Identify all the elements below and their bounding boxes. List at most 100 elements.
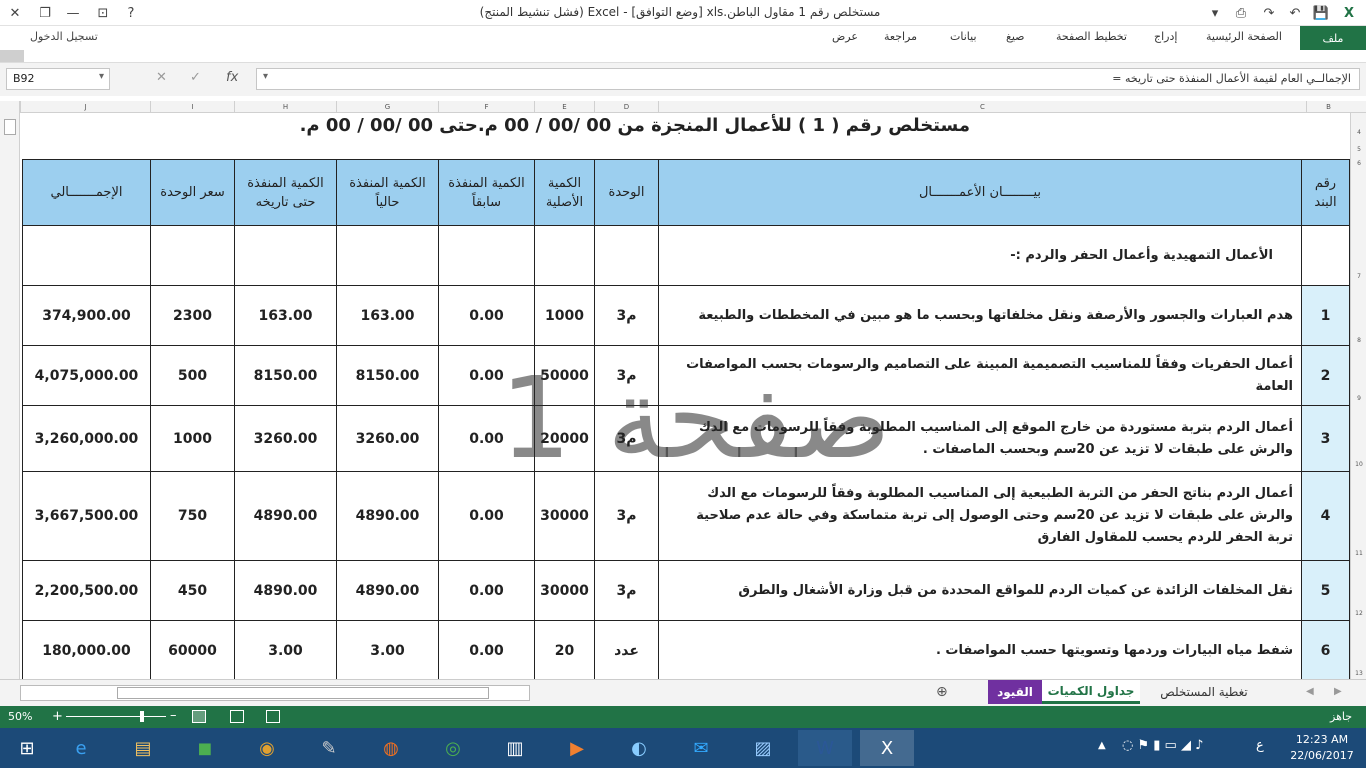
curr-qty-cell[interactable]: 3.00: [336, 620, 439, 679]
total-cell[interactable]: 3,260,000.00: [22, 405, 151, 472]
column-header[interactable]: H: [234, 101, 336, 113]
sheet-tab-cover[interactable]: تغطية المستخلص: [1140, 680, 1268, 704]
sign-in-link[interactable]: تسجيل الدخول: [30, 30, 98, 43]
enter-icon[interactable]: ✓: [190, 70, 201, 85]
description-cell[interactable]: هدم العبارات والجسور والأرصفة ونقل مخلفا…: [658, 285, 1302, 346]
prev-qty-cell[interactable]: 0.00: [438, 405, 535, 472]
app-icon[interactable]: ◉: [240, 730, 294, 766]
row-header[interactable]: 6: [1351, 160, 1366, 167]
prev-qty-cell[interactable]: 0.00: [438, 471, 535, 561]
tab-scroll-right-icon[interactable]: ▶: [1334, 686, 1342, 697]
cancel-icon[interactable]: ✕: [156, 70, 167, 85]
unit-cell[interactable]: م3: [594, 405, 659, 472]
total-cell[interactable]: 374,900.00: [22, 285, 151, 346]
tab-home[interactable]: الصفحة الرئيسية: [1206, 30, 1282, 43]
tab-formulas[interactable]: صيغ: [1006, 30, 1025, 43]
zoom-in-icon[interactable]: +: [52, 709, 63, 724]
add-sheet-icon[interactable]: ⊕: [936, 684, 948, 700]
close-icon[interactable]: ✕: [0, 0, 30, 26]
curr-qty-cell[interactable]: 3260.00: [336, 405, 439, 472]
item-no-cell[interactable]: 2: [1301, 345, 1350, 406]
clock[interactable]: 12:23 AM 22/06/2017: [1284, 732, 1360, 764]
curr-qty-cell[interactable]: 4890.00: [336, 471, 439, 561]
column-header[interactable]: I: [150, 101, 234, 113]
restore-icon[interactable]: ❐: [30, 0, 60, 26]
price-cell[interactable]: 2300: [150, 285, 235, 346]
vertical-scrollbar[interactable]: [0, 101, 20, 679]
prev-qty-cell[interactable]: 0.00: [438, 560, 535, 621]
header-unit-price[interactable]: سعر الوحدة: [150, 159, 235, 226]
zoom-slider[interactable]: [66, 716, 166, 717]
total-cell[interactable]: 3,667,500.00: [22, 471, 151, 561]
insert-function-icon[interactable]: fx: [226, 70, 238, 85]
table-cell[interactable]: [1301, 225, 1350, 286]
header-unit[interactable]: الوحدة: [594, 159, 659, 226]
todate-qty-cell[interactable]: 8150.00: [234, 345, 337, 406]
unit-cell[interactable]: م3: [594, 285, 659, 346]
row-header[interactable]: 4: [1351, 129, 1366, 136]
tab-data[interactable]: بيانات: [950, 30, 977, 43]
curr-qty-cell[interactable]: 8150.00: [336, 345, 439, 406]
windows-start-icon[interactable]: ⊞: [0, 730, 54, 766]
table-cell[interactable]: [594, 225, 659, 286]
row-header[interactable]: 5: [1351, 146, 1366, 153]
price-cell[interactable]: 450: [150, 560, 235, 621]
column-header[interactable]: E: [534, 101, 594, 113]
sheet-tab-entries[interactable]: القيود: [988, 680, 1042, 704]
tray-expand-icon[interactable]: ▲: [1098, 740, 1106, 751]
tab-review[interactable]: مراجعة: [884, 30, 917, 43]
prev-qty-cell[interactable]: 0.00: [438, 345, 535, 406]
ribbon-display-icon[interactable]: ⊡: [88, 0, 118, 26]
header-item-no[interactable]: رقم البند: [1301, 159, 1350, 226]
header-description[interactable]: بيــــــــان الأعمـــــــال: [658, 159, 1302, 226]
name-box[interactable]: B92: [6, 68, 110, 90]
app-icon[interactable]: ◐: [612, 730, 666, 766]
table-cell[interactable]: [534, 225, 595, 286]
messenger-icon[interactable]: ✉: [674, 730, 728, 766]
header-curr-qty[interactable]: الكمية المنفذة حالياً: [336, 159, 439, 226]
table-cell[interactable]: [336, 225, 439, 286]
header-todate-qty[interactable]: الكمية المنفذة حتى تاريخه: [234, 159, 337, 226]
internet-explorer-icon[interactable]: e: [54, 730, 108, 766]
prev-qty-cell[interactable]: 0.00: [438, 285, 535, 346]
table-cell[interactable]: [438, 225, 535, 286]
scroll-thumb[interactable]: [4, 119, 16, 135]
column-header[interactable]: C: [658, 101, 1306, 113]
save-icon[interactable]: 💾: [1306, 0, 1336, 26]
todate-qty-cell[interactable]: 4890.00: [234, 560, 337, 621]
orig-qty-cell[interactable]: 50000: [534, 345, 595, 406]
column-header[interactable]: D: [594, 101, 658, 113]
page-layout-view-icon[interactable]: [230, 710, 244, 723]
orig-qty-cell[interactable]: 1000: [534, 285, 595, 346]
curr-qty-cell[interactable]: 4890.00: [336, 560, 439, 621]
zoom-out-icon[interactable]: –: [170, 708, 177, 723]
description-cell[interactable]: أعمال الردم بناتج الحفر من التربة الطبيع…: [658, 471, 1302, 561]
chrome-icon[interactable]: ◎: [426, 730, 480, 766]
tab-insert[interactable]: إدراج: [1154, 30, 1177, 43]
table-cell[interactable]: [234, 225, 337, 286]
description-cell[interactable]: شفط مياه البيارات وردمها وتسويتها حسب ال…: [658, 620, 1302, 679]
tray-icons[interactable]: ◌ ⚑ ▮ ▭ ◢ ♪: [1122, 738, 1203, 753]
help-icon[interactable]: ?: [116, 0, 146, 26]
orig-qty-cell[interactable]: 20000: [534, 405, 595, 472]
todate-qty-cell[interactable]: 3260.00: [234, 405, 337, 472]
unit-cell[interactable]: م3: [594, 345, 659, 406]
todate-qty-cell[interactable]: 3.00: [234, 620, 337, 679]
price-cell[interactable]: 750: [150, 471, 235, 561]
column-header[interactable]: G: [336, 101, 438, 113]
total-cell[interactable]: 2,200,500.00: [22, 560, 151, 621]
orig-qty-cell[interactable]: 30000: [534, 471, 595, 561]
scroll-thumb[interactable]: [117, 687, 489, 699]
table-cell[interactable]: [22, 225, 151, 286]
table-cell[interactable]: [150, 225, 235, 286]
minimize-icon[interactable]: —: [58, 0, 88, 26]
orig-qty-cell[interactable]: 30000: [534, 560, 595, 621]
tab-file[interactable]: ملف: [1300, 26, 1366, 50]
row-header[interactable]: 13: [1351, 670, 1366, 677]
firefox-icon[interactable]: ◍: [364, 730, 418, 766]
total-cell[interactable]: 180,000.00: [22, 620, 151, 679]
tab-scroll-left-icon[interactable]: ◀: [1306, 686, 1314, 697]
app-icon[interactable]: ▥: [488, 730, 542, 766]
print-preview-icon[interactable]: ⎙: [1226, 0, 1256, 26]
orig-qty-cell[interactable]: 20: [534, 620, 595, 679]
